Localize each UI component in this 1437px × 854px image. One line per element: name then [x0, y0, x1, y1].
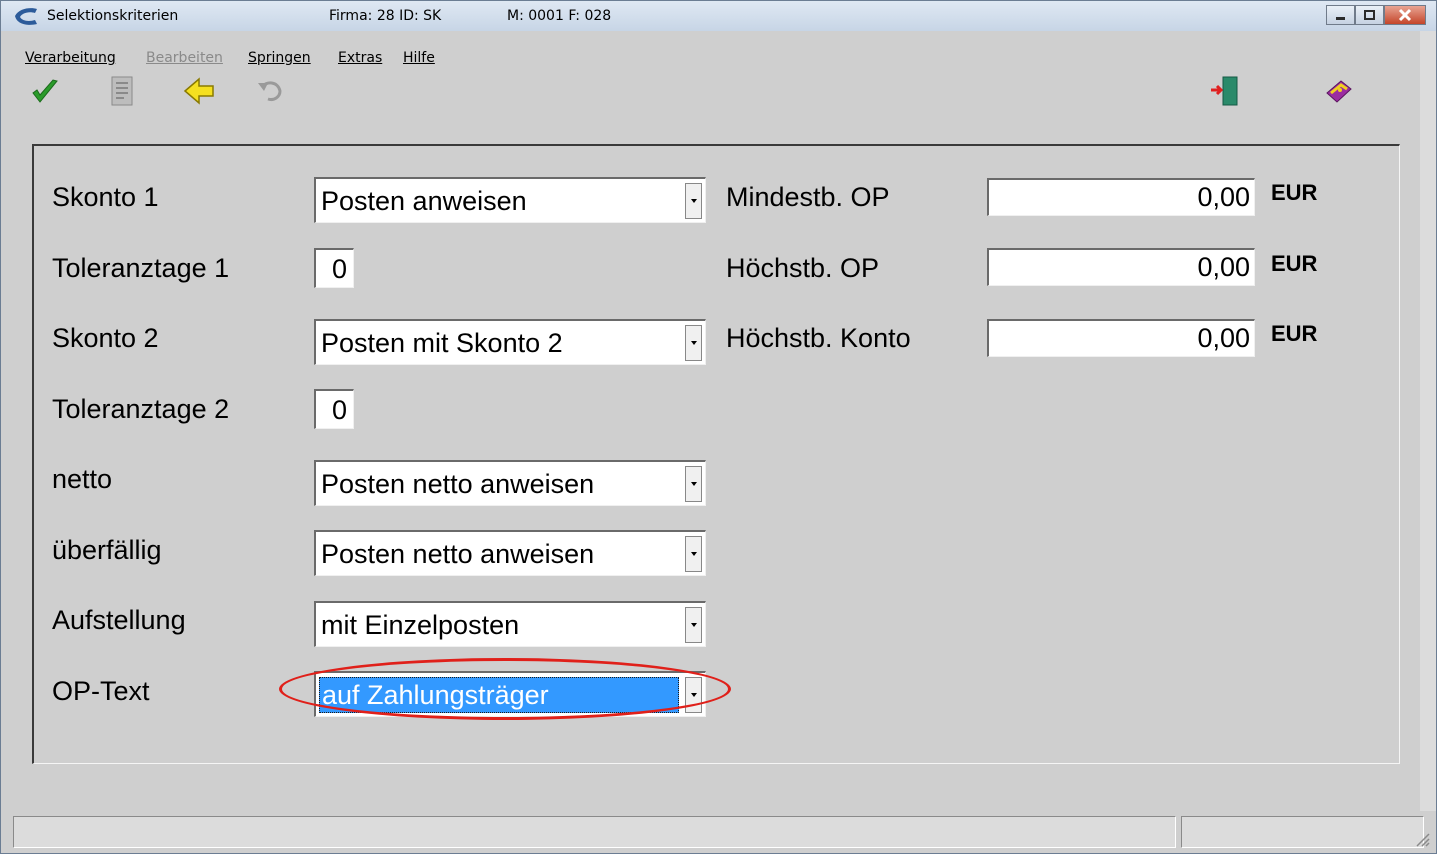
aufstellung-label: Aufstellung: [52, 605, 186, 635]
restore-icon: [1364, 10, 1375, 20]
minimize-icon: [1336, 17, 1345, 20]
checkmark-icon[interactable]: [29, 75, 61, 107]
toleranz2-input[interactable]: 0: [314, 389, 354, 429]
right-edge-strip: [1420, 31, 1436, 811]
back-arrow-icon[interactable]: [183, 75, 215, 107]
chevron-down-icon[interactable]: [685, 607, 702, 643]
restore-button[interactable]: [1355, 5, 1384, 25]
mindest-op-input[interactable]: 0,00: [987, 178, 1255, 216]
netto-label: netto: [52, 464, 113, 494]
netto-value: Posten netto anweisen: [321, 469, 595, 499]
hoechst-konto-value: 0,00: [1197, 323, 1250, 353]
app-icon: [15, 8, 37, 25]
menu-springen[interactable]: Springen: [248, 50, 311, 66]
help-book-icon[interactable]: [1323, 75, 1355, 107]
menu-extras[interactable]: Extras: [338, 50, 382, 66]
module-info: M: 0001 F: 028: [507, 8, 612, 24]
hoechst-op-currency: EUR: [1271, 251, 1318, 276]
hoechst-op-input[interactable]: 0,00: [987, 248, 1255, 286]
resize-grip-icon[interactable]: [1414, 831, 1430, 847]
mindest-op-value: 0,00: [1197, 182, 1250, 212]
ueberfaellig-label: überfällig: [52, 535, 162, 565]
skonto1-value: Posten anweisen: [321, 186, 527, 216]
hoechst-konto-input[interactable]: 0,00: [987, 319, 1255, 357]
aufstellung-value: mit Einzelposten: [321, 610, 520, 640]
hoechst-op-label: Höchstb. OP: [726, 253, 880, 283]
menu-bearbeiten[interactable]: Bearbeiten: [146, 50, 223, 66]
hoechst-konto-label: Höchstb. Konto: [726, 323, 911, 353]
ueberfaellig-select[interactable]: Posten netto anweisen: [314, 530, 706, 576]
hoechst-konto-currency: EUR: [1271, 321, 1318, 346]
window-title: Selektionskriterien: [47, 8, 179, 24]
menu-verarbeitung[interactable]: Verarbeitung: [25, 50, 116, 66]
aufstellung-select[interactable]: mit Einzelposten: [314, 601, 706, 647]
skonto2-label: Skonto 2: [52, 323, 159, 353]
chevron-down-icon[interactable]: [685, 466, 702, 502]
highlight-annotation: [279, 658, 731, 720]
mindest-op-label: Mindestb. OP: [726, 182, 890, 212]
toleranz1-value: 0: [332, 254, 348, 284]
toleranz1-label: Toleranztage 1: [52, 253, 230, 283]
toleranz2-value: 0: [332, 395, 348, 425]
chevron-down-icon[interactable]: [685, 325, 702, 361]
toleranz1-input[interactable]: 0: [314, 248, 354, 288]
close-icon: [1398, 8, 1412, 22]
mindest-op-currency: EUR: [1271, 180, 1318, 205]
skonto2-value: Posten mit Skonto 2: [321, 328, 563, 358]
selektionskriterien-window: Selektionskriterien Firma: 28 ID: SK M: …: [0, 0, 1437, 854]
title-bar[interactable]: Selektionskriterien Firma: 28 ID: SK M: …: [1, 1, 1436, 31]
hoechst-op-value: 0,00: [1197, 252, 1250, 282]
menubar-spacer: [1, 31, 1421, 47]
skonto2-select[interactable]: Posten mit Skonto 2: [314, 319, 706, 365]
close-button[interactable]: [1384, 5, 1426, 25]
toleranz2-label: Toleranztage 2: [52, 394, 230, 424]
netto-select[interactable]: Posten netto anweisen: [314, 460, 706, 506]
status-pane-side: [1181, 816, 1424, 848]
chevron-down-icon[interactable]: [685, 536, 702, 572]
skonto1-label: Skonto 1: [52, 182, 159, 212]
firma-info: Firma: 28 ID: SK: [329, 8, 442, 24]
document-icon[interactable]: [106, 75, 138, 107]
status-pane-main: [13, 816, 1176, 848]
exit-door-icon[interactable]: [1209, 75, 1241, 107]
menu-hilfe[interactable]: Hilfe: [403, 50, 435, 66]
chevron-down-icon[interactable]: [685, 183, 702, 219]
skonto1-select[interactable]: Posten anweisen: [314, 177, 706, 223]
undo-icon[interactable]: [254, 75, 286, 107]
optext-label: OP-Text: [52, 676, 150, 706]
form-frame: [32, 144, 1400, 764]
ueberfaellig-value: Posten netto anweisen: [321, 539, 595, 569]
minimize-button[interactable]: [1326, 5, 1355, 25]
